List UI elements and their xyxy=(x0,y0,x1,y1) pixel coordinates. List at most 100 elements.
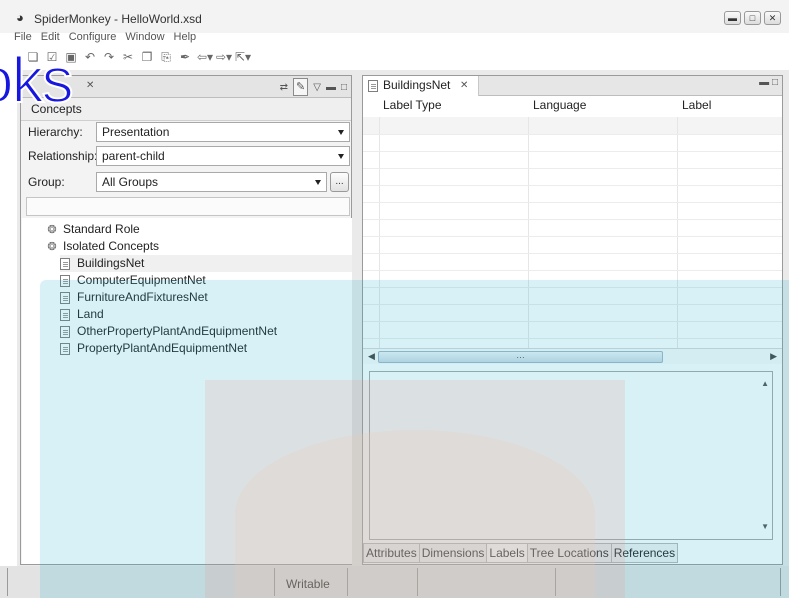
row-divider xyxy=(363,338,782,339)
minimize-icon[interactable]: ▬ xyxy=(759,77,769,88)
watermark-logo: oks xyxy=(0,56,115,126)
tab-buildingsnet[interactable]: BuildingsNet ✕ xyxy=(363,76,479,96)
status-divider xyxy=(780,568,781,596)
status-divider xyxy=(555,568,556,596)
group-label: Group: xyxy=(28,175,65,189)
document-icon xyxy=(60,325,70,338)
maximize-icon[interactable]: □ xyxy=(744,11,761,25)
status-writable: Writable xyxy=(286,577,330,591)
tree-item-label: Land xyxy=(77,307,104,321)
tab-labels[interactable]: Labels xyxy=(486,543,528,563)
forward-icon[interactable]: ⇨▾ xyxy=(216,48,232,66)
concept-filter-input[interactable] xyxy=(26,197,350,216)
tree-item-propertyplantandequipmentnet[interactable]: PropertyPlantAndEquipmentNet xyxy=(60,340,247,357)
menu-configure[interactable]: Configure xyxy=(69,31,117,45)
minimize-icon[interactable]: ▬ xyxy=(326,82,336,93)
brush-icon[interactable]: ✒ xyxy=(178,48,192,66)
editor-tab-label: BuildingsNet xyxy=(383,78,451,92)
labels-table: Label Type Language Label xyxy=(363,96,782,348)
hierarchy-select[interactable]: Presentation xyxy=(96,122,350,142)
menu-file[interactable]: File xyxy=(14,31,32,45)
column-header-language[interactable]: Language xyxy=(533,98,586,112)
row-divider xyxy=(363,236,782,237)
tab-references[interactable]: References xyxy=(610,543,679,563)
tree-item-otherpropertyplantandequipmentnet[interactable]: OtherPropertyPlantAndEquipmentNet xyxy=(60,323,277,340)
concepts-panel: ✕ ⇄ ✎ ▽ ▬ □ Concepts Hierarchy: Presenta… xyxy=(20,75,352,565)
back-icon[interactable]: ⇦▾ xyxy=(197,48,213,66)
row-divider xyxy=(363,185,782,186)
chevron-down-icon xyxy=(338,130,344,135)
menu-edit[interactable]: Edit xyxy=(41,31,60,45)
menu-help[interactable]: Help xyxy=(174,31,197,45)
browse-groups-button[interactable]: ... xyxy=(330,172,349,192)
tree-item-label: OtherPropertyPlantAndEquipmentNet xyxy=(77,324,278,338)
row-divider xyxy=(363,321,782,322)
tab-attributes[interactable]: Attributes xyxy=(363,543,420,563)
close-icon[interactable]: ✕ xyxy=(460,76,468,95)
tree-item-buildingsnet[interactable]: BuildingsNet xyxy=(60,255,352,272)
hierarchy-value: Presentation xyxy=(102,125,170,139)
document-icon xyxy=(60,308,70,321)
tree-item-label: PropertyPlantAndEquipmentNet xyxy=(77,341,248,355)
row-divider xyxy=(363,134,782,135)
menu-window[interactable]: Window xyxy=(125,31,164,45)
tree-item-furnitureandfixturesnet[interactable]: FurnitureAndFixturesNet xyxy=(60,289,208,306)
scroll-down-icon[interactable]: ▼ xyxy=(761,522,769,531)
view-menu-icon[interactable]: ▽ xyxy=(313,82,321,93)
tree-item-standard-role[interactable]: ❂ Standard Role xyxy=(46,221,140,238)
tree-item-isolated-concepts[interactable]: ❂ Isolated Concepts xyxy=(46,238,159,255)
menu-bar: File Edit Configure Window Help xyxy=(0,31,196,45)
group-row: Group: All Groups ... xyxy=(21,171,351,193)
status-divider xyxy=(274,568,275,596)
relationship-select[interactable]: parent-child xyxy=(96,146,350,166)
tab-tree-locations[interactable]: Tree Locations xyxy=(526,543,612,563)
tab-dimensions[interactable]: Dimensions xyxy=(418,543,488,563)
horizontal-scrollbar[interactable]: ◀ … ▶ xyxy=(363,348,782,364)
editor-window-controls: ▬ □ xyxy=(759,77,778,88)
tree-item-label: Isolated Concepts xyxy=(63,239,160,253)
row-divider xyxy=(363,202,782,203)
document-icon xyxy=(60,291,70,304)
label-detail-text-area[interactable]: ▲ ▼ xyxy=(369,371,773,540)
maximize-icon[interactable]: □ xyxy=(772,77,778,88)
tree-item-label: FurnitureAndFixturesNet xyxy=(77,290,208,304)
document-icon xyxy=(60,257,70,270)
group-select[interactable]: All Groups xyxy=(96,172,327,192)
table-row[interactable] xyxy=(363,117,782,134)
paste-icon[interactable]: ⎘ xyxy=(159,48,173,66)
scroll-right-icon[interactable]: ▶ xyxy=(770,351,777,362)
editor-bottom-tabs: Attributes Dimensions Labels Tree Locati… xyxy=(363,543,679,563)
hierarchy-label: Hierarchy: xyxy=(28,125,83,139)
group-value: All Groups xyxy=(102,175,159,189)
row-divider xyxy=(363,253,782,254)
export-icon[interactable]: ⇱▾ xyxy=(235,48,251,66)
minimize-icon[interactable]: ▬ xyxy=(724,11,741,25)
document-icon xyxy=(60,274,70,287)
tree-item-land[interactable]: Land xyxy=(60,306,104,323)
group-node-icon: ❂ xyxy=(47,240,57,253)
scroll-up-icon[interactable]: ▲ xyxy=(761,379,769,388)
sync-icon[interactable]: ⇄ xyxy=(280,82,288,93)
title-bar: ◕ SpiderMonkey - HelloWorld.xsd ▬ □ ✕ xyxy=(0,0,789,33)
scrollbar-thumb[interactable]: … xyxy=(378,351,663,363)
cut-icon[interactable]: ✂ xyxy=(121,48,135,66)
editor-tab-bar: BuildingsNet ✕ ▬ □ xyxy=(363,76,782,96)
document-icon xyxy=(368,80,378,92)
watermark-text: oks xyxy=(0,56,75,117)
link-editor-icon[interactable]: ✎ xyxy=(293,78,309,96)
chevron-down-icon xyxy=(338,154,344,159)
tree-item-computerequipmentnet[interactable]: ComputerEquipmentNet xyxy=(60,272,206,289)
tree-item-label: Standard Role xyxy=(63,222,140,236)
tree-item-label: BuildingsNet xyxy=(77,256,145,270)
column-header-label[interactable]: Label xyxy=(682,98,711,112)
close-icon[interactable]: ✕ xyxy=(764,11,781,25)
relationship-label: Relationship: xyxy=(28,149,98,163)
scroll-left-icon[interactable]: ◀ xyxy=(368,351,375,362)
status-divider xyxy=(347,568,348,596)
row-divider xyxy=(363,270,782,271)
status-divider xyxy=(417,568,418,596)
column-header-label-type[interactable]: Label Type xyxy=(383,98,442,112)
row-divider xyxy=(363,219,782,220)
copy-icon[interactable]: ❐ xyxy=(140,48,154,66)
maximize-icon[interactable]: □ xyxy=(341,82,347,93)
